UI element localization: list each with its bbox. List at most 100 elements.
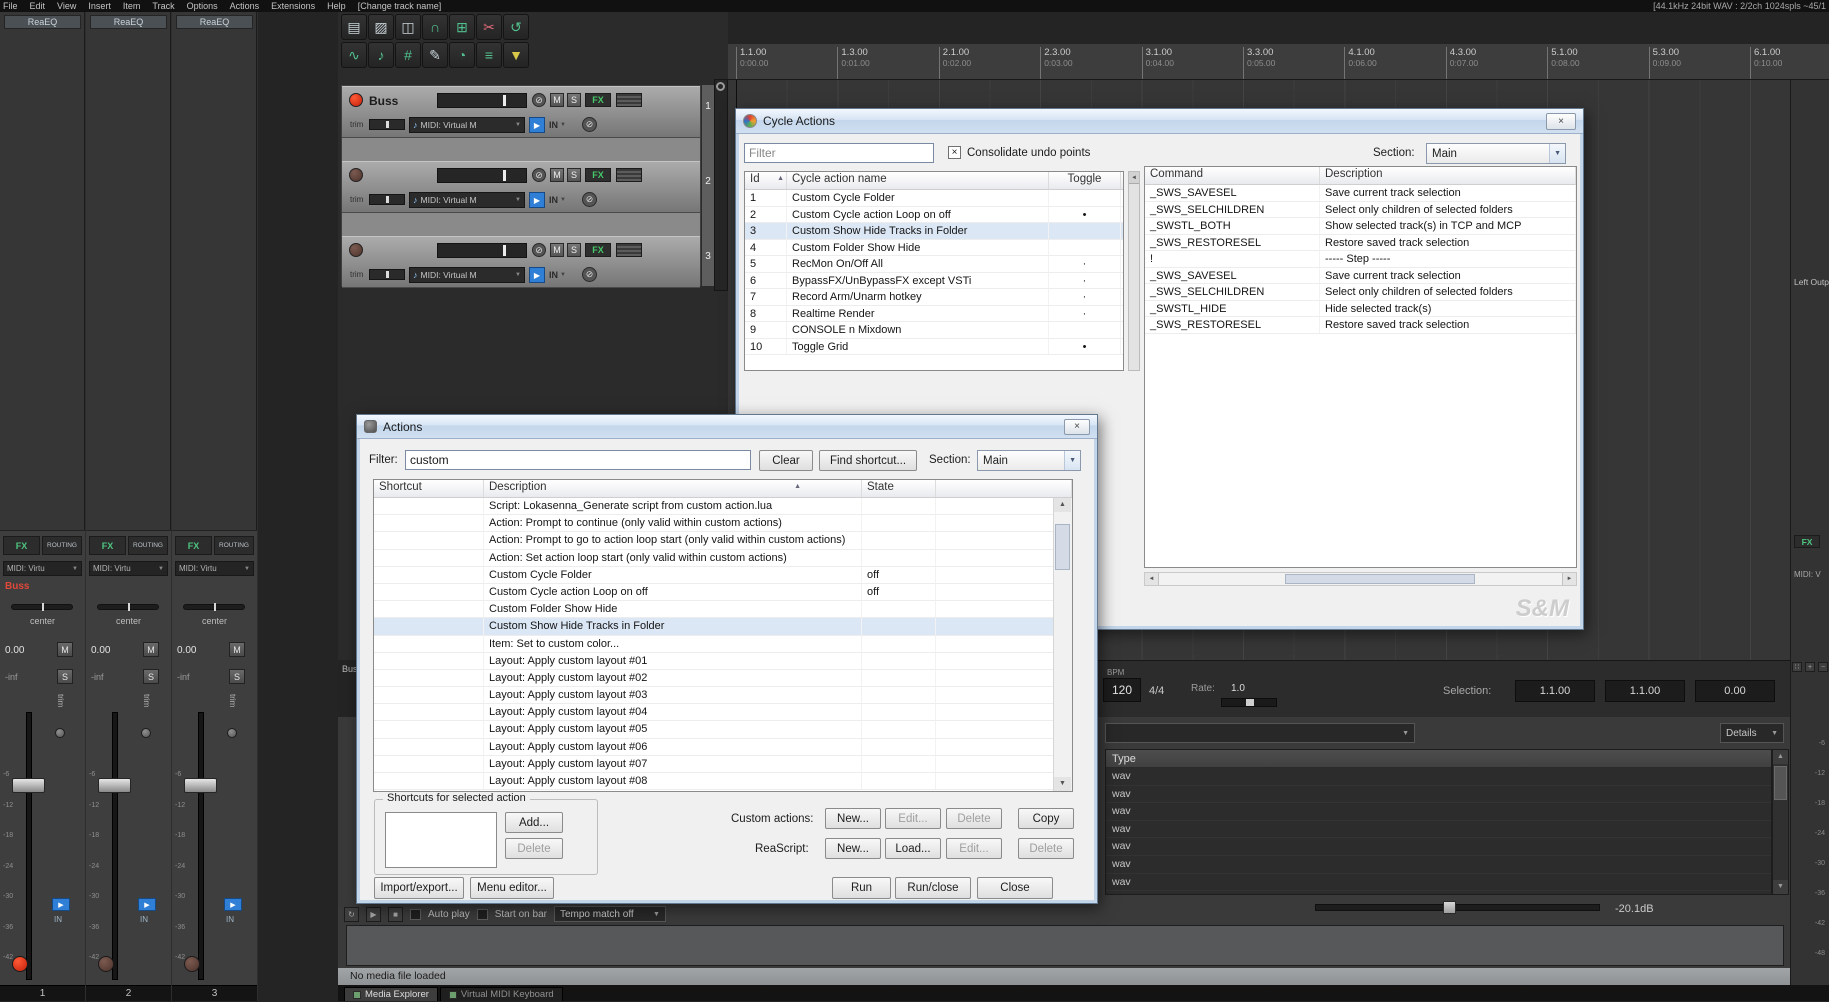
pencil-tool-icon[interactable]: ✎ xyxy=(422,42,448,68)
menu-item-track[interactable]: Track xyxy=(152,1,174,11)
command-row[interactable]: _SWS_SELCHILDREN Select only children of … xyxy=(1145,284,1576,301)
pan-control[interactable] xyxy=(183,603,245,611)
tcp-scrollbar[interactable] xyxy=(714,79,728,291)
cycle-action-row[interactable]: 3 Custom Show Hide Tracks in Folder xyxy=(745,223,1123,240)
menu-item-help[interactable]: Help xyxy=(327,1,346,11)
scroll-left-arrow[interactable]: ◄ xyxy=(1145,573,1159,585)
cycle-action-row[interactable]: 9 CONSOLE n Mixdown xyxy=(745,322,1123,339)
column-header-toggle[interactable]: Toggle xyxy=(1049,172,1121,189)
preview-waveform-area[interactable] xyxy=(346,925,1784,966)
run-button[interactable]: Run xyxy=(832,877,891,899)
volume-fader[interactable] xyxy=(12,778,45,793)
midi-input-dropdown[interactable]: ♪ MIDI: Virtual M ▼ xyxy=(409,117,525,133)
column-header-cycle-action-name[interactable]: Cycle action name xyxy=(787,172,1049,189)
solo-button[interactable]: S xyxy=(567,93,581,107)
scrollbar-thumb[interactable] xyxy=(1285,574,1475,584)
monitor-button[interactable]: ⊘ xyxy=(582,267,597,282)
input-monitor-button[interactable]: ▶ xyxy=(138,898,156,911)
solo-button[interactable]: S xyxy=(143,669,159,684)
monitor-button[interactable]: ⊘ xyxy=(582,192,597,207)
trim-slider[interactable] xyxy=(369,194,405,205)
file-row[interactable]: wav xyxy=(1106,768,1771,786)
mixer-midi-input[interactable]: MIDI: V xyxy=(1794,570,1829,579)
trim-knob[interactable] xyxy=(55,728,65,738)
scroll-up-arrow[interactable]: ▲ xyxy=(1054,498,1071,512)
track-volume-slider[interactable] xyxy=(437,168,527,183)
record-arm-button[interactable] xyxy=(98,956,114,972)
command-row[interactable]: _SWS_SAVESEL Save current track selection xyxy=(1145,185,1576,202)
file-row[interactable]: wav xyxy=(1106,786,1771,804)
close-icon[interactable]: × xyxy=(1064,418,1090,435)
midi-input-dropdown[interactable]: ♪ MIDI: Virtual M ▼ xyxy=(409,267,525,283)
fx-button[interactable]: FX xyxy=(585,243,611,257)
list-splitter[interactable]: ◄ xyxy=(1128,171,1140,371)
mute-button[interactable]: M xyxy=(550,168,564,182)
phase-button[interactable]: ⊘ xyxy=(532,243,546,257)
track-name[interactable]: Buss xyxy=(369,94,431,108)
custom-action-delete-button[interactable]: Delete xyxy=(946,808,1002,829)
reascript-edit-button[interactable]: Edit... xyxy=(946,838,1002,859)
auto-play-checkbox[interactable] xyxy=(410,908,421,920)
track-volume-slider[interactable] xyxy=(437,93,527,108)
fx-insert-slot[interactable]: ReaEQ xyxy=(176,15,253,29)
custom-action-new-button[interactable]: New... xyxy=(825,808,881,829)
mixer-midi-input[interactable]: MIDI: Virtu ▼ xyxy=(89,561,168,576)
command-row[interactable]: _SWS_SAVESEL Save current track selection xyxy=(1145,267,1576,284)
find-shortcut-button[interactable]: Find shortcut... xyxy=(819,450,917,471)
solo-button[interactable]: S xyxy=(57,669,73,684)
bpm-value[interactable]: 120 xyxy=(1103,678,1141,702)
selection-start[interactable]: 1.1.00 xyxy=(1515,680,1595,702)
action-row[interactable]: Custom Folder Show Hide xyxy=(374,601,1072,619)
volume-fader[interactable] xyxy=(184,778,217,793)
mute-button[interactable]: M xyxy=(143,642,159,657)
input-monitor-button[interactable]: ▶ xyxy=(52,898,70,911)
record-arm-button[interactable] xyxy=(184,956,200,972)
file-row[interactable]: wav xyxy=(1106,821,1771,839)
action-row[interactable]: Layout: Apply custom layout #04 xyxy=(374,704,1072,722)
envelope-toggle-icon[interactable]: ∿ xyxy=(341,42,367,68)
time-signature[interactable]: 4/4 xyxy=(1149,685,1164,697)
save-project-icon[interactable]: ◫ xyxy=(395,14,421,40)
command-row[interactable]: _SWSTL_HIDE Hide selected track(s) xyxy=(1145,300,1576,317)
trim-knob[interactable] xyxy=(227,728,237,738)
action-row[interactable]: Custom Show Hide Tracks in Folder xyxy=(374,618,1072,636)
solo-button[interactable]: S xyxy=(229,669,245,684)
command-row[interactable]: ! ----- Step ----- xyxy=(1145,251,1576,268)
action-row[interactable]: Script: Lokasenna_Generate script from c… xyxy=(374,498,1072,516)
command-row[interactable]: _SWS_RESTORESEL Restore saved track selec… xyxy=(1145,234,1576,251)
action-row[interactable]: Action: Prompt to continue (only valid w… xyxy=(374,515,1072,533)
rate-value[interactable]: 1.0 xyxy=(1231,683,1245,694)
input-monitor-button[interactable]: ▶ xyxy=(529,192,545,208)
start-on-bar-checkbox[interactable] xyxy=(476,908,488,920)
grid-toggle-icon[interactable]: ⊞ xyxy=(449,14,475,40)
cycle-action-row[interactable]: 8 Realtime Render · xyxy=(745,305,1123,322)
timeline-ruler[interactable]: 1.1.00 0:00.00 1.3.00 0:01.00 2.1.00 0:02.00 2… xyxy=(728,44,1829,80)
cycle-dialog-titlebar[interactable]: Cycle Actions × xyxy=(736,109,1583,134)
import-export-button[interactable]: Import/export... xyxy=(374,877,464,899)
file-row[interactable]: wav xyxy=(1106,856,1771,874)
scroll-up-arrow[interactable]: ▲ xyxy=(1773,750,1788,764)
action-row[interactable]: Action: Set action loop start (only vali… xyxy=(374,549,1072,567)
file-row[interactable]: wav xyxy=(1106,874,1771,892)
menu-item-options[interactable]: Options xyxy=(187,1,218,11)
menu-item-edit[interactable]: Edit xyxy=(30,1,46,11)
midi-editor-icon[interactable]: ♪ xyxy=(368,42,394,68)
track-name[interactable] xyxy=(369,244,431,258)
route-button[interactable] xyxy=(616,243,642,257)
filter-tool-icon[interactable]: ▼ xyxy=(503,42,529,68)
menu-editor-button[interactable]: Menu editor... xyxy=(470,877,554,899)
zoom-in-button[interactable]: + xyxy=(1805,662,1815,672)
input-select[interactable]: IN ▼ xyxy=(549,192,579,208)
reascript-delete-button[interactable]: Delete xyxy=(1018,838,1074,859)
docker-tab-media-explorer[interactable]: Media Explorer xyxy=(344,987,438,1001)
actions-list-scrollbar[interactable]: ▲ ▼ xyxy=(1053,498,1072,791)
close-button[interactable]: Close xyxy=(977,877,1053,899)
clear-button[interactable]: Clear xyxy=(759,450,813,471)
grid-settings-icon[interactable]: # xyxy=(395,42,421,68)
column-header-id[interactable]: Id ▲ xyxy=(745,172,787,189)
rate-slider[interactable] xyxy=(1221,698,1277,707)
stop-icon[interactable]: ■ xyxy=(388,906,403,922)
repeat-icon[interactable]: ↻ xyxy=(344,906,359,922)
path-dropdown[interactable]: ▼ xyxy=(1105,723,1415,743)
action-row[interactable]: Layout: Apply custom layout #02 xyxy=(374,669,1072,688)
